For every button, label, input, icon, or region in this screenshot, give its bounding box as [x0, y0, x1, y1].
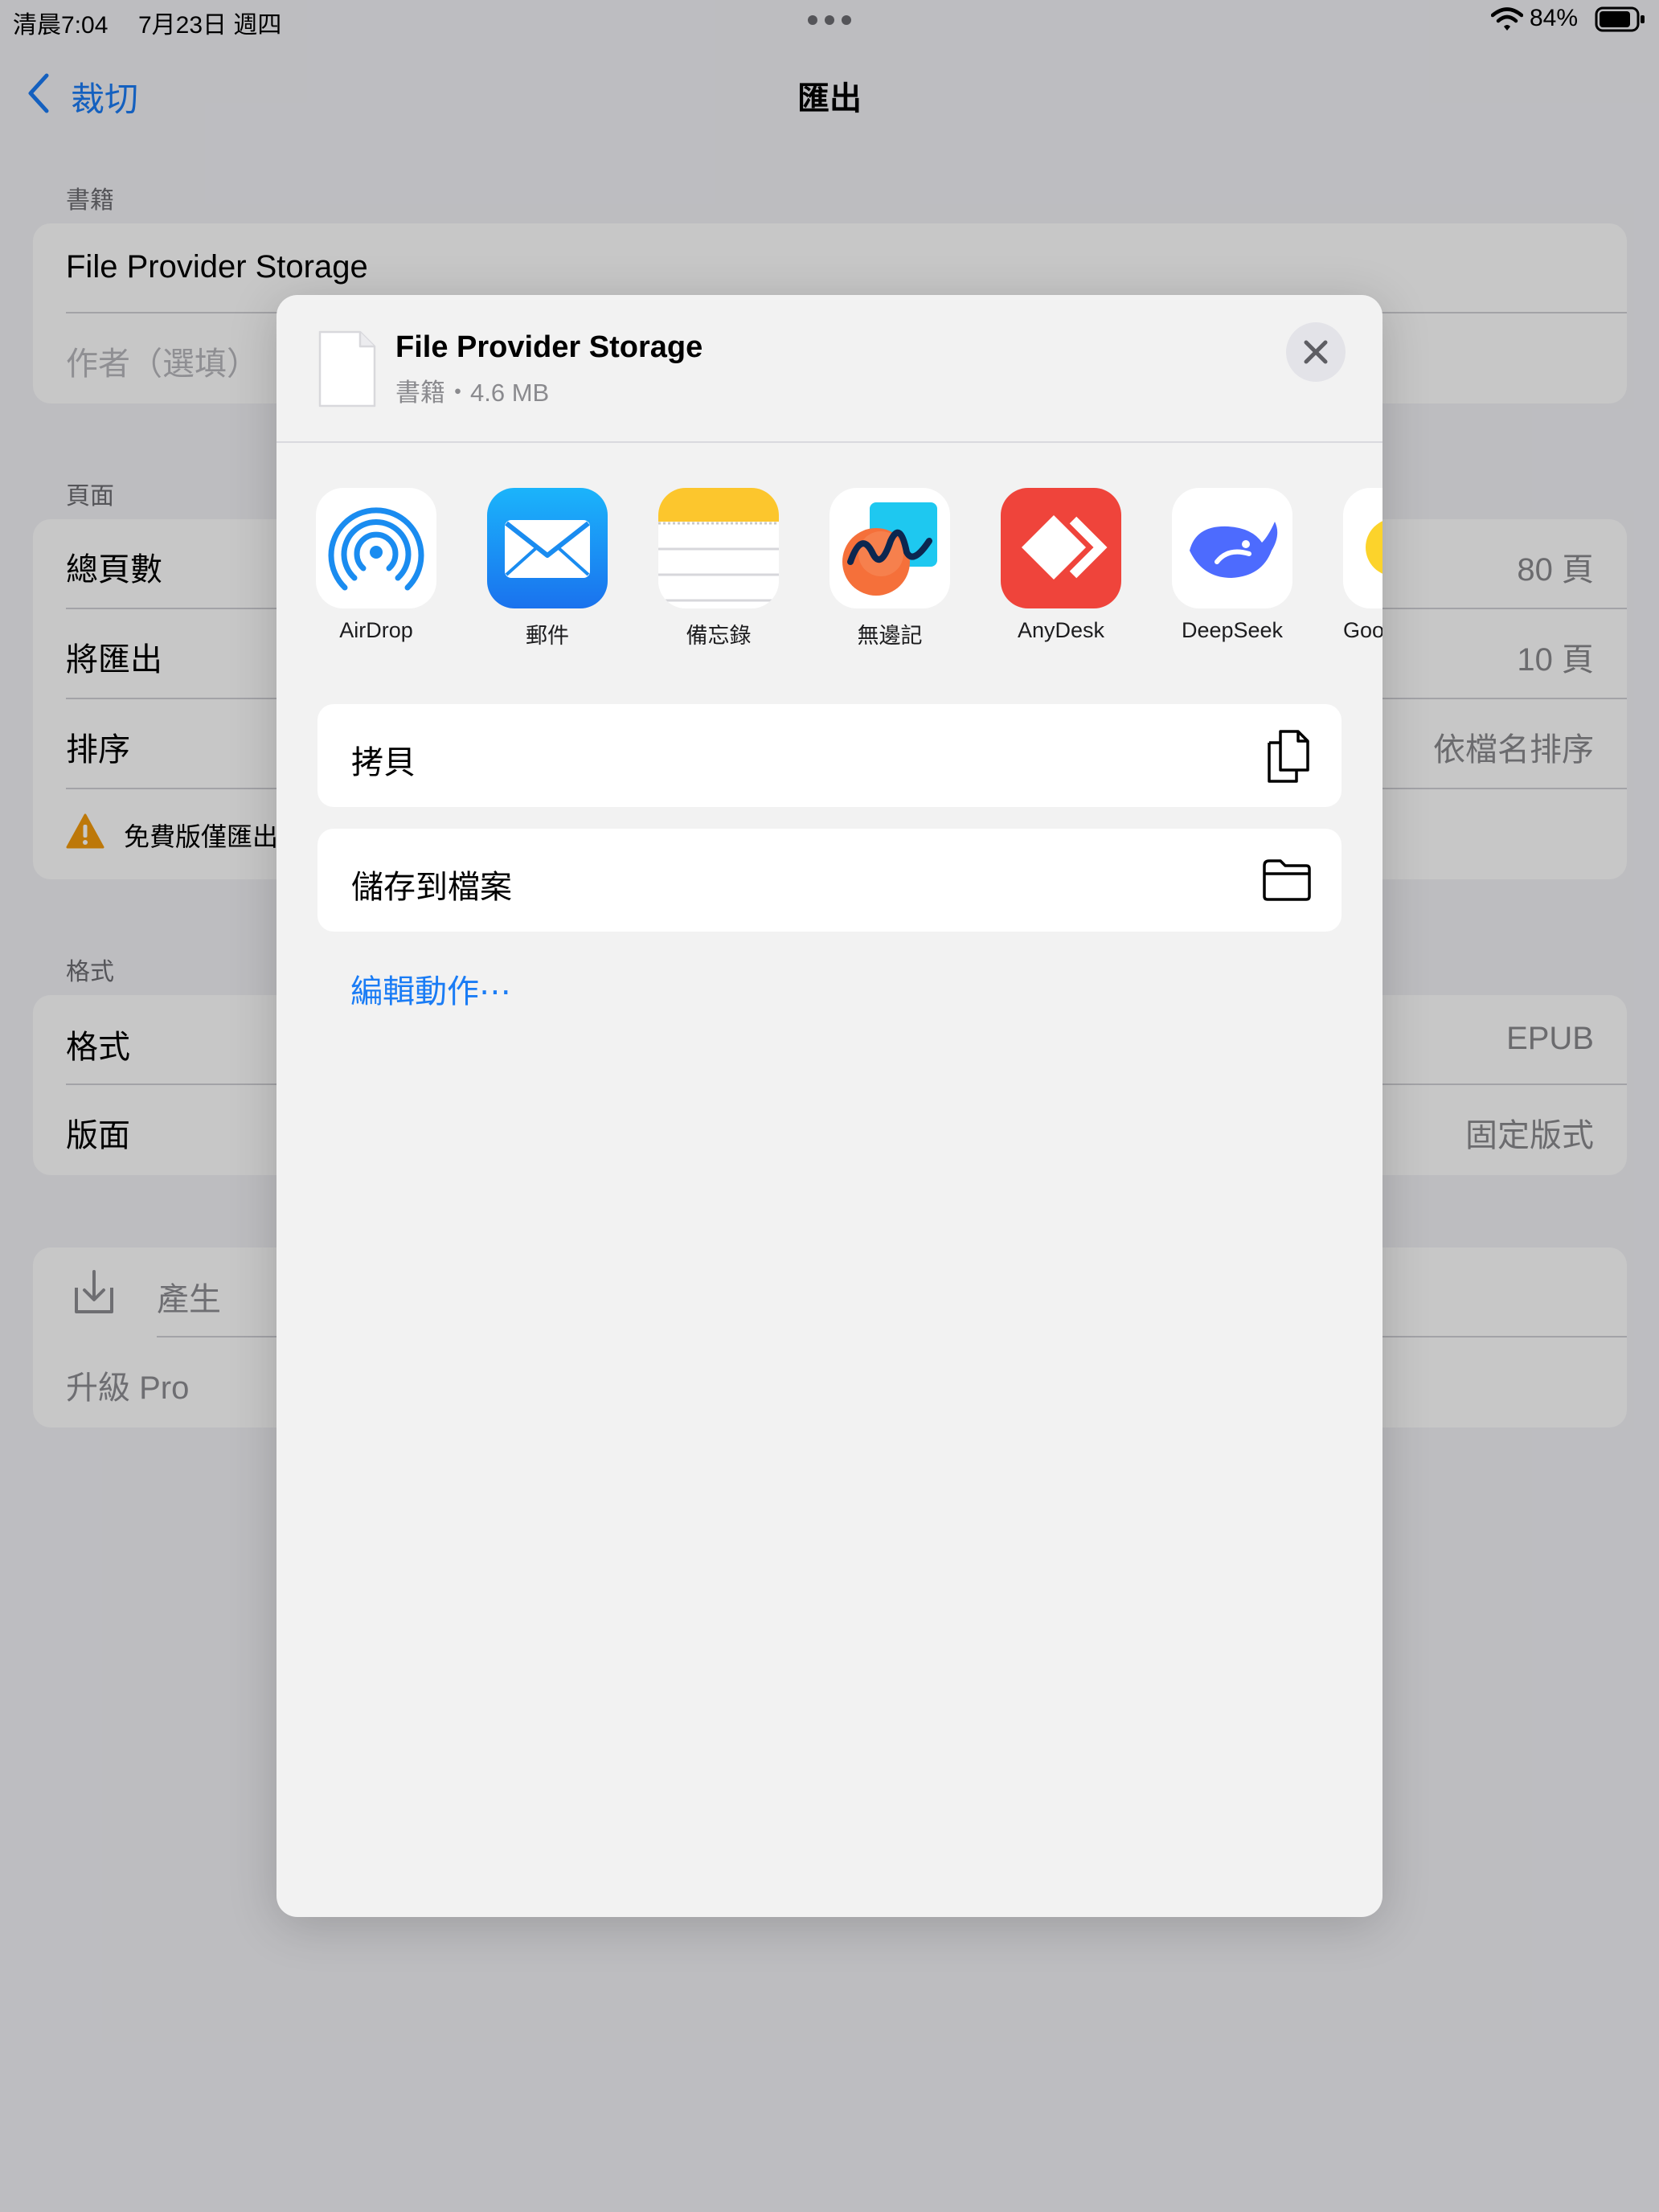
- shared-file-meta: 書籍・4.6 MB: [395, 379, 550, 407]
- share-app-label: 備忘錄: [686, 624, 752, 648]
- freeform-icon: [830, 488, 950, 608]
- share-app-label: AirDrop: [339, 618, 413, 642]
- copy-action-label: 拷貝: [351, 745, 416, 780]
- copy-action[interactable]: 拷貝: [317, 704, 1342, 807]
- shared-file-name: File Provider Storage: [395, 330, 703, 364]
- share-app-deepseek[interactable]: DeepSeek: [1172, 488, 1292, 643]
- notes-icon: [658, 488, 779, 608]
- share-app-anydesk[interactable]: AnyDesk: [1001, 488, 1121, 643]
- save-to-files-label: 儲存到檔案: [351, 870, 512, 905]
- mail-icon: [487, 488, 608, 608]
- anydesk-icon: [1001, 488, 1121, 608]
- deepseek-icon: [1172, 488, 1292, 608]
- share-app-google[interactable]: Goog: [1343, 488, 1382, 643]
- share-app-airdrop[interactable]: AirDrop: [316, 488, 436, 643]
- share-app-label: 郵件: [526, 624, 569, 648]
- close-button[interactable]: [1286, 322, 1346, 382]
- edit-actions-link[interactable]: 編輯動作⋯: [350, 965, 511, 1012]
- share-app-mail[interactable]: 郵件: [487, 488, 608, 649]
- copy-icon: [1264, 728, 1313, 789]
- airdrop-icon: [316, 488, 436, 608]
- share-app-label: Goog: [1343, 618, 1382, 642]
- save-to-files-action[interactable]: 儲存到檔案: [317, 829, 1342, 932]
- share-app-label: DeepSeek: [1181, 618, 1284, 642]
- share-sheet: File Provider Storage 書籍・4.6 MB AirDrop …: [276, 295, 1382, 1917]
- share-app-notes[interactable]: 備忘錄: [658, 488, 779, 649]
- share-app-label: AnyDesk: [1017, 618, 1105, 642]
- header-divider: [276, 441, 1382, 443]
- google-icon: [1343, 488, 1382, 608]
- folder-icon: [1261, 858, 1313, 905]
- document-icon: [317, 329, 378, 413]
- share-app-label: 無邊記: [857, 624, 923, 648]
- close-icon: [1304, 340, 1328, 364]
- share-app-freeform[interactable]: 無邊記: [830, 488, 950, 649]
